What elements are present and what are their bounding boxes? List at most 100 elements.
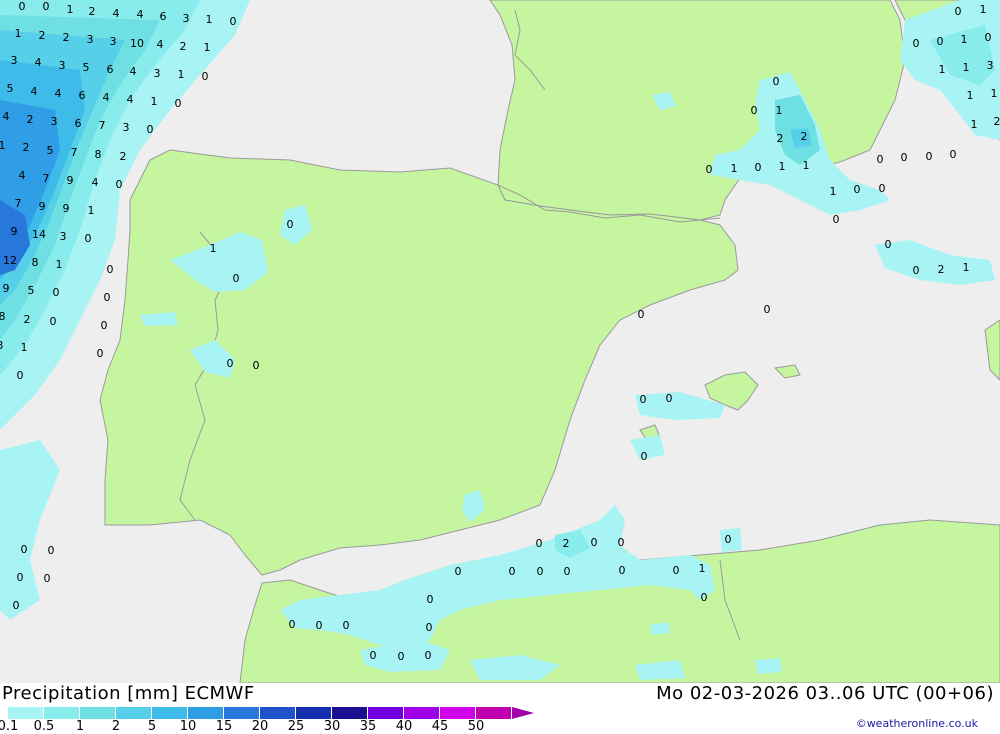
- precip-value-label: 4: [127, 93, 134, 106]
- precip-value-label: 1: [731, 162, 738, 175]
- legend-swatch: [224, 707, 260, 719]
- precip-value-label: 4: [130, 65, 137, 78]
- precip-value-label: 0: [43, 0, 50, 13]
- precip-value-label: 0: [901, 151, 908, 164]
- precip-value-label: 3: [60, 230, 67, 243]
- precip-value-label: 0: [913, 264, 920, 277]
- valid-time: Mo 02-03-2026 03..06 UTC (00+06): [656, 683, 994, 704]
- precip-value-label: 2: [994, 115, 1000, 128]
- map-title: Precipitation [mm] ECMWF: [2, 683, 255, 704]
- precip-value-label: 8: [95, 148, 102, 161]
- precip-value-label: 5: [83, 61, 90, 74]
- precip-value-label: 1: [210, 242, 217, 255]
- legend-tick-label: 45: [432, 719, 449, 734]
- credit-link[interactable]: ©weatheronline.co.uk: [856, 717, 978, 730]
- precip-value-label: 2: [180, 40, 187, 53]
- precip-value-label: 1: [0, 139, 6, 152]
- legend-tick-label: 1: [76, 719, 84, 734]
- precip-value-label: 0: [536, 537, 543, 550]
- legend-swatch: [152, 707, 188, 719]
- precip-value-label: 1: [21, 341, 28, 354]
- precip-value-label: 1: [991, 87, 998, 100]
- legend-tick-labels: 0.10.5125101520253035404550: [0, 719, 560, 733]
- precip-value-label: 7: [71, 146, 78, 159]
- precip-value-label: 0: [833, 213, 840, 226]
- legend-swatch: [332, 707, 368, 719]
- precip-value-label: 1: [178, 68, 185, 81]
- precip-value-label: 3: [11, 54, 18, 67]
- precip-value-label: 0: [48, 544, 55, 557]
- precip-value-label: 0: [509, 565, 516, 578]
- legend-tick-label: 0.5: [34, 719, 55, 734]
- precip-value-label: 2: [120, 150, 127, 163]
- legend-swatch: [116, 707, 152, 719]
- precip-value-label: 2: [801, 130, 808, 143]
- legend-swatch: [368, 707, 404, 719]
- precip-value-label: 6: [107, 63, 114, 76]
- precip-value-label: 4: [35, 56, 42, 69]
- precip-value-label: 0: [85, 232, 92, 245]
- legend-overflow-arrow: [512, 707, 534, 719]
- precip-value-label: 9: [63, 202, 70, 215]
- precip-value-label: 8: [32, 256, 39, 269]
- precip-value-label: 0: [427, 593, 434, 606]
- legend-swatch: [296, 707, 332, 719]
- precip-value-label: 0: [455, 565, 462, 578]
- precip-value-label: 0: [706, 163, 713, 176]
- precip-value-label: 0: [638, 308, 645, 321]
- precip-value-label: 3: [59, 59, 66, 72]
- precip-value-label: 0: [230, 15, 237, 28]
- precip-value-label: 1: [15, 27, 22, 40]
- precip-value-label: 0: [53, 286, 60, 299]
- precip-value-label: 0: [985, 31, 992, 44]
- precip-value-label: 5: [7, 82, 14, 95]
- precip-value-label: 6: [160, 10, 167, 23]
- precip-value-label: 7: [43, 172, 50, 185]
- precip-value-label: 2: [24, 313, 31, 326]
- precip-value-label: 0: [537, 565, 544, 578]
- precip-value-label: 3: [0, 339, 4, 352]
- precip-value-label: 6: [79, 89, 86, 102]
- legend-tick-label: 0.1: [0, 719, 18, 734]
- precip-value-label: 1: [830, 185, 837, 198]
- precip-value-label: 1: [980, 3, 987, 16]
- precip-value-label: 0: [370, 649, 377, 662]
- precip-value-label: 2: [563, 537, 570, 550]
- precip-value-label: 9: [67, 174, 74, 187]
- legend-swatch: [476, 707, 512, 719]
- legend-tick-label: 2: [112, 719, 120, 734]
- precip-value-label: 0: [343, 619, 350, 632]
- precip-value-label: 9: [39, 200, 46, 213]
- precip-value-label: 0: [17, 369, 24, 382]
- precip-value-label: 0: [666, 392, 673, 405]
- precip-value-label: 3: [110, 35, 117, 48]
- legend-swatch: [80, 707, 116, 719]
- legend-tick-label: 25: [288, 719, 305, 734]
- precip-value-label: 0: [147, 123, 154, 136]
- legend-tick-label: 15: [216, 719, 233, 734]
- precip-value-label: 0: [564, 565, 571, 578]
- legend-swatch: [440, 707, 476, 719]
- precip-value-label: 0: [701, 591, 708, 604]
- legend-swatch: [188, 707, 224, 719]
- precip-value-label: 0: [955, 5, 962, 18]
- legend-tick-label: 35: [360, 719, 377, 734]
- precip-value-label: 0: [253, 359, 260, 372]
- precip-value-label: 0: [885, 238, 892, 251]
- precip-value-label: 1: [961, 33, 968, 46]
- precip-value-label: 0: [19, 0, 26, 13]
- precip-value-label: 2: [27, 113, 34, 126]
- precip-value-label: 0: [21, 543, 28, 556]
- precip-value-label: 4: [19, 169, 26, 182]
- precip-value-label: 0: [116, 178, 123, 191]
- precip-value-label: 0: [879, 182, 886, 195]
- precip-value-label: 1: [88, 204, 95, 217]
- precip-value-label: 1: [971, 118, 978, 131]
- precip-value-label: 0: [854, 183, 861, 196]
- precip-value-label: 0: [618, 536, 625, 549]
- precipitation-map[interactable]: 0012446310122331042134356431054464410423…: [0, 0, 1000, 683]
- precip-value-label: 0: [202, 70, 209, 83]
- precip-value-label: 0: [104, 291, 111, 304]
- precip-value-label: 1: [963, 61, 970, 74]
- precip-value-label: 2: [777, 132, 784, 145]
